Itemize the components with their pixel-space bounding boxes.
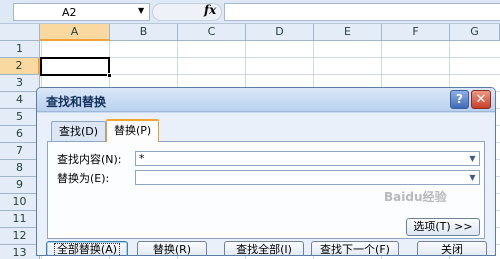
row-header-12[interactable]: 12: [0, 228, 40, 245]
row-header-6[interactable]: 6: [0, 126, 40, 143]
row-header-3[interactable]: 3: [0, 75, 40, 92]
find-all-button[interactable]: 查找全部(I): [224, 241, 304, 255]
dialog-title: 查找和替换: [46, 95, 107, 109]
replace-button[interactable]: 替换(R): [137, 241, 207, 255]
help-icon[interactable]: ?: [450, 90, 469, 109]
row-header-7[interactable]: 7: [0, 143, 40, 160]
row-header-10[interactable]: 10: [0, 194, 40, 211]
close-icon[interactable]: ✕: [471, 90, 491, 109]
find-replace-dialog: 查找和替换 ? ✕ 查找(D) 替换(P) 查找内容(N): * ▼ 替换为(E…: [36, 87, 496, 256]
replace-all-button[interactable]: 全部替换(A): [46, 241, 128, 255]
fx-icon[interactable]: fx: [204, 3, 216, 17]
row-header-5[interactable]: 5: [0, 109, 40, 126]
close-button[interactable]: 关闭: [417, 241, 487, 255]
formula-input[interactable]: [224, 3, 500, 21]
column-header-e[interactable]: E: [314, 24, 382, 41]
replace-with-label: 替换为(E):: [57, 172, 110, 185]
watermark: Baidu经验: [384, 190, 447, 204]
fill-handle[interactable]: [107, 73, 112, 78]
chevron-down-icon[interactable]: ▼: [466, 171, 479, 184]
name-box[interactable]: A2 ▼: [13, 3, 150, 21]
dialog-body: 查找(D) 替换(P) 查找内容(N): * ▼ 替换为(E): ▼ 选项(T)…: [37, 113, 495, 255]
select-all-corner[interactable]: [0, 24, 40, 41]
row-header-4[interactable]: 4: [0, 92, 40, 109]
name-box-value: A2: [62, 6, 77, 19]
active-cell-a2[interactable]: [40, 57, 112, 78]
find-what-value: *: [139, 152, 145, 165]
dialog-title-bar[interactable]: 查找和替换 ? ✕: [37, 88, 495, 112]
row-header-9[interactable]: 9: [0, 177, 40, 194]
chevron-down-icon[interactable]: ▼: [466, 152, 479, 165]
row-header-8[interactable]: 8: [0, 160, 40, 177]
tab-find[interactable]: 查找(D): [51, 121, 107, 141]
find-what-label: 查找内容(N):: [57, 153, 122, 166]
row-header-13[interactable]: 13: [0, 245, 40, 259]
formula-bar: A2 ▼ fx: [0, 0, 500, 24]
column-header-g[interactable]: G: [450, 24, 500, 41]
column-header-b[interactable]: B: [110, 24, 178, 41]
chevron-down-icon[interactable]: ▼: [138, 6, 144, 15]
replace-all-label: 全部替换(A): [53, 243, 121, 255]
options-button[interactable]: 选项(T) >>: [406, 218, 480, 236]
find-next-button[interactable]: 查找下一个(F): [311, 241, 399, 255]
tab-replace[interactable]: 替换(P): [106, 119, 160, 142]
column-header-a[interactable]: A: [40, 24, 110, 41]
row-header-11[interactable]: 11: [0, 211, 40, 228]
row-header-1[interactable]: 1: [0, 41, 40, 58]
find-what-combo[interactable]: * ▼: [135, 151, 480, 166]
row-header-2[interactable]: 2: [0, 58, 40, 75]
column-header-d[interactable]: D: [246, 24, 314, 41]
column-header-f[interactable]: F: [382, 24, 450, 41]
column-header-c[interactable]: C: [178, 24, 246, 41]
replace-with-combo[interactable]: ▼: [135, 170, 480, 185]
